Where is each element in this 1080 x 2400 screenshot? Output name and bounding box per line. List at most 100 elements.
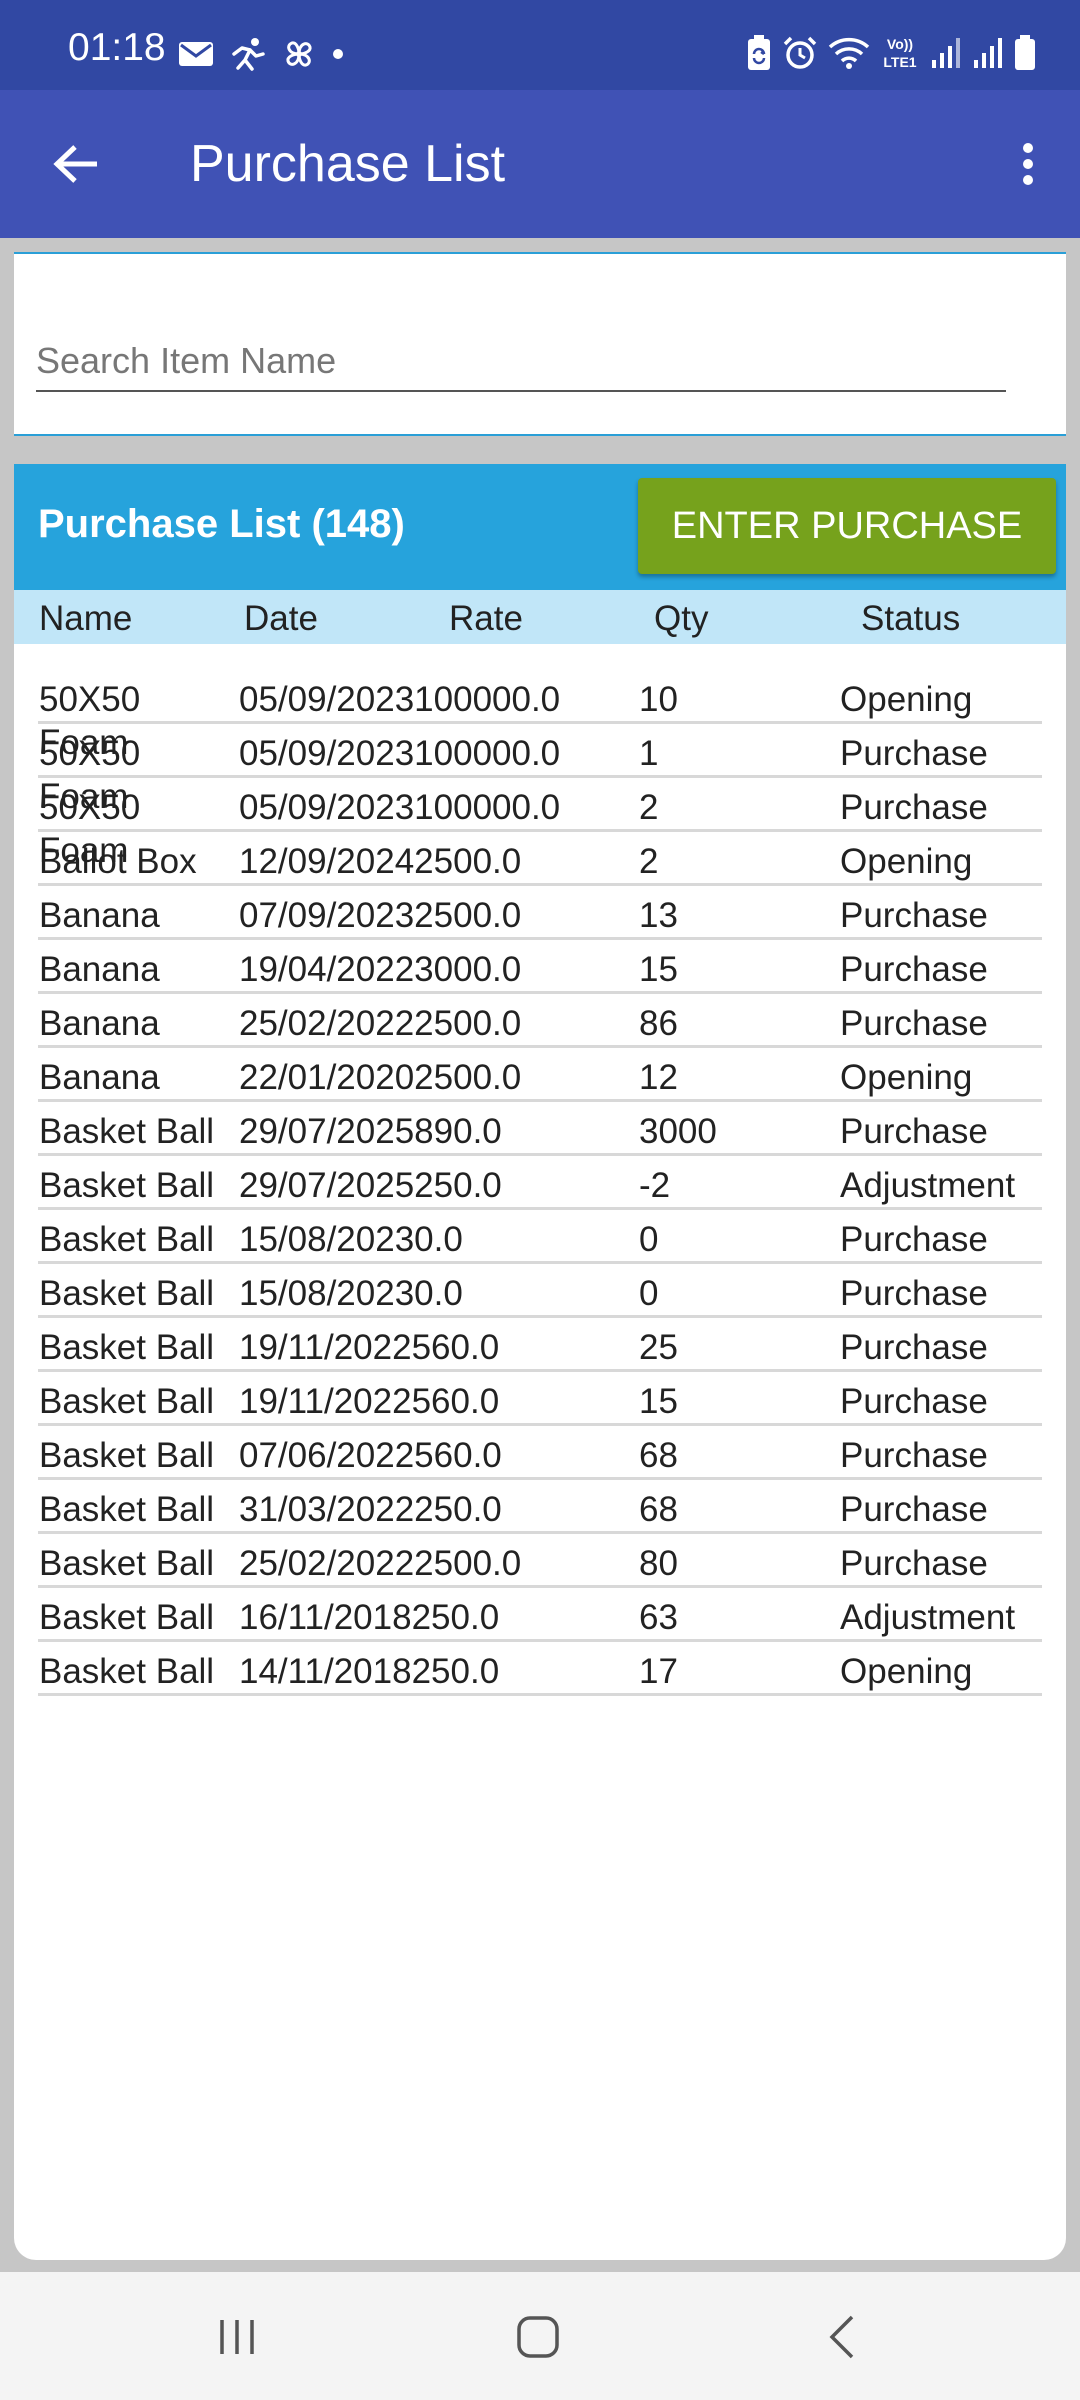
list-title: Purchase List (148) — [38, 502, 405, 546]
item-date-rate: 07/09/20232500.0 — [239, 896, 522, 935]
item-qty: 0 — [639, 1220, 659, 1259]
system-back-button[interactable] — [806, 2302, 876, 2372]
list-row[interactable]: Bed24/02/20225000.014Opening — [14, 1696, 1066, 1702]
list-row[interactable]: Basket Ball 19/11/2022560.0 15 Purchase — [14, 1372, 1066, 1426]
item-status: Purchase — [840, 1436, 988, 1475]
list-row[interactable]: Banana 25/02/20222500.0 86 Purchase — [14, 994, 1066, 1048]
list-row[interactable]: 50X50 Foam 05/09/2023100000.0 2 Purchase — [14, 778, 1066, 870]
item-status: Adjustment — [840, 1166, 1016, 1205]
list-row[interactable]: 50X50 Foam 05/09/2023100000.0 1 Purchase — [14, 724, 1066, 816]
item-name: Basket Ball — [39, 1652, 215, 1691]
item-qty: 15 — [639, 950, 678, 989]
column-qty: Qty — [654, 599, 709, 638]
running-icon — [232, 38, 265, 71]
item-name: Basket Ball — [39, 1598, 215, 1637]
battery-icon — [1015, 35, 1035, 70]
volte-label-bottom: LTE1 — [883, 54, 916, 70]
item-date-rate: 07/06/2022560.0 — [239, 1436, 502, 1475]
volte-icon: Vo)) LTE1 — [883, 36, 916, 70]
item-status: Adjustment — [840, 1598, 1016, 1637]
item-qty: 68 — [639, 1490, 678, 1529]
item-qty: 12 — [639, 1058, 678, 1097]
item-name: Banana — [39, 1058, 160, 1097]
item-qty: -2 — [639, 1166, 671, 1205]
more-vert-icon — [1023, 143, 1033, 185]
search-card — [14, 252, 1066, 436]
list-row[interactable]: Basket Ball 31/03/2022250.0 68 Purchase — [14, 1480, 1066, 1534]
item-qty: 15 — [639, 1382, 678, 1421]
list-row[interactable]: 50X50 Foam 05/09/2023100000.0 10 Opening — [14, 670, 1066, 762]
home-button[interactable] — [503, 2302, 573, 2372]
item-status: Purchase — [840, 1328, 988, 1367]
item-name: Basket Ball — [39, 1436, 215, 1475]
item-date-rate: 05/09/2023100000.0 — [239, 734, 561, 773]
page-title: Purchase List — [190, 135, 506, 193]
item-qty: 86 — [639, 1004, 678, 1043]
column-name: Name — [39, 599, 133, 638]
item-qty: 63 — [639, 1598, 678, 1637]
item-name: Basket Ball — [39, 1544, 215, 1583]
purchase-list-card: Purchase List (148) ENTER PURCHASE Name … — [14, 464, 1066, 2260]
item-status: Purchase — [840, 896, 988, 935]
more-options-button[interactable] — [998, 126, 1058, 202]
mail-icon — [179, 42, 213, 66]
list-row[interactable]: Basket Ball 15/08/20230.0 0 Purchase — [14, 1210, 1066, 1264]
item-status: Purchase — [840, 734, 988, 773]
item-date-rate: 16/11/2018250.0 — [239, 1598, 500, 1637]
app-bar: Purchase List — [0, 90, 1080, 238]
recent-apps-icon — [220, 2320, 254, 2354]
list-row[interactable]: Basket Ball 16/11/2018250.0 63 Adjustment — [14, 1588, 1066, 1642]
item-qty: 2 — [639, 842, 659, 881]
item-date-rate: 19/04/20223000.0 — [239, 950, 522, 989]
item-name: Basket Ball — [39, 1220, 215, 1259]
item-date-rate: 15/08/20230.0 — [239, 1220, 463, 1259]
item-name: Basket Ball — [39, 1274, 215, 1313]
item-qty: 17 — [639, 1652, 678, 1691]
list-row[interactable]: Basket Ball 15/08/20230.0 0 Purchase — [14, 1264, 1066, 1318]
enter-purchase-button[interactable]: ENTER PURCHASE — [638, 478, 1056, 574]
item-qty: 25 — [639, 1328, 678, 1367]
list-row[interactable]: Basket Ball 07/06/2022560.0 68 Purchase — [14, 1426, 1066, 1480]
back-icon — [829, 2315, 854, 2359]
volte-label-top: Vo)) — [887, 36, 913, 52]
list-row[interactable]: Banana 22/01/20202500.0 12 Opening — [14, 1048, 1066, 1102]
item-date-rate: 29/07/2025250.0 — [239, 1166, 502, 1205]
list-row[interactable]: Banana 19/04/20223000.0 15 Purchase — [14, 940, 1066, 994]
item-date-rate: 25/02/20222500.0 — [239, 1004, 522, 1043]
column-date: Date — [244, 599, 318, 638]
recent-apps-button[interactable] — [202, 2302, 272, 2372]
item-status: Opening — [840, 1652, 973, 1691]
item-status: Purchase — [840, 1382, 988, 1421]
item-qty: 3000 — [639, 1112, 717, 1151]
list-row[interactable]: Banana 07/09/20232500.0 13 Purchase — [14, 886, 1066, 940]
battery-saver-icon — [748, 35, 770, 70]
list-header: Purchase List (148) ENTER PURCHASE — [14, 464, 1066, 590]
column-rate: Rate — [449, 599, 523, 638]
status-bar: 01:18 Vo)) LTE1 — [0, 0, 1080, 90]
item-qty: 80 — [639, 1544, 678, 1583]
signal-icon — [974, 38, 1002, 68]
dot-icon — [333, 49, 343, 59]
list-row[interactable]: Ballot Box 12/09/20242500.0 2 Opening — [14, 832, 1066, 886]
item-qty: 2 — [639, 788, 659, 827]
item-status: Purchase — [840, 1544, 988, 1583]
list-row[interactable]: Basket Ball 14/11/2018250.0 17 Opening — [14, 1642, 1066, 1696]
list-row[interactable]: Basket Ball 25/02/20222500.0 80 Purchase — [14, 1534, 1066, 1588]
back-button[interactable] — [38, 126, 114, 202]
list-row[interactable]: Basket Ball 29/07/2025250.0 -2 Adjustment — [14, 1156, 1066, 1210]
alarm-icon — [783, 36, 817, 69]
wifi-icon — [828, 37, 870, 69]
item-date-rate: 05/09/2023100000.0 — [239, 788, 561, 827]
content-area: Purchase List (148) ENTER PURCHASE Name … — [0, 238, 1080, 2272]
item-qty: 1 — [639, 734, 659, 773]
item-name: Basket Ball — [39, 1166, 215, 1205]
search-input[interactable] — [36, 332, 1006, 392]
item-status: Opening — [840, 680, 973, 719]
list-row[interactable]: Basket Ball 19/11/2022560.0 25 Purchase — [14, 1318, 1066, 1372]
navigation-bar — [0, 2272, 1080, 2400]
arrow-back-icon — [53, 145, 97, 183]
item-date-rate: 12/09/20242500.0 — [239, 842, 522, 881]
purchase-list[interactable]: 50X50 Foam 05/09/2023100000.0 10 Opening 50X… — [14, 644, 1066, 1702]
item-name: Ballot Box — [39, 842, 197, 881]
list-row[interactable]: Basket Ball 29/07/2025890.0 3000 Purchase — [14, 1102, 1066, 1156]
